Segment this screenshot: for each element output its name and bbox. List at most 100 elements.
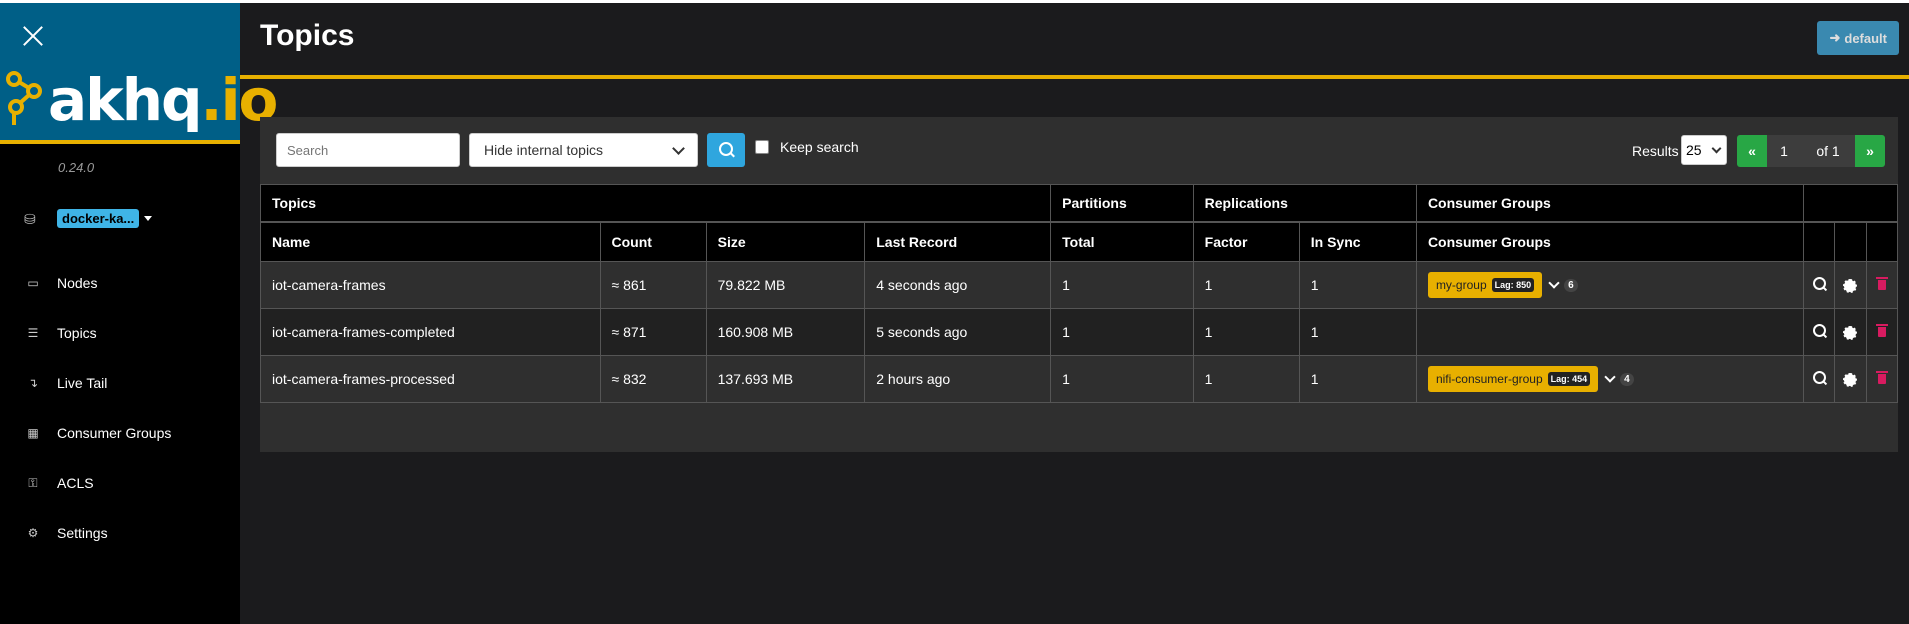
consumer-group-name: nifi-consumer-group (1435, 372, 1543, 386)
pagination: « 1 of 1 » (1737, 135, 1885, 167)
list-icon: ☰ (27, 326, 39, 340)
group-header-actions (1802, 184, 1899, 223)
page-title: Topics (260, 19, 355, 52)
laptop-icon: ▭ (27, 276, 39, 290)
configure-topic-button[interactable] (1834, 308, 1867, 356)
topics-toolbar: Hide internal topics Keep search Results… (260, 117, 1898, 184)
consumer-group-badge[interactable]: nifi-consumer-group Lag: 454 (1427, 366, 1599, 392)
more-groups-toggle[interactable]: 4 (1604, 371, 1634, 386)
topic-count: ≈ 861 (599, 261, 707, 309)
next-page-button[interactable]: » (1855, 135, 1885, 167)
consumer-groups-cell: my-group Lag: 850 6 (1415, 261, 1804, 309)
results-per-page-select[interactable]: 25 (1681, 135, 1727, 165)
replication-in-sync: 1 (1298, 308, 1417, 356)
group-header-topics: Topics (259, 184, 1052, 223)
user-button[interactable]: ➜ default (1817, 21, 1899, 55)
topic-last-record: 4 seconds ago (864, 261, 1052, 309)
gear-icon (1843, 279, 1858, 293)
sidebar-item-settings[interactable]: ⚙ Settings (0, 508, 240, 558)
more-groups-count: 4 (1620, 372, 1634, 386)
group-header-consumer-groups: Consumer Groups (1415, 184, 1804, 223)
partitions-total: 1 (1050, 308, 1194, 356)
column-header-factor: Factor (1192, 221, 1300, 262)
replication-in-sync: 1 (1298, 355, 1417, 403)
object-group-icon: ▦ (27, 426, 39, 440)
search-input[interactable] (276, 133, 460, 167)
topic-name[interactable]: iot-camera-frames (260, 261, 601, 309)
database-icon: ⛁ (24, 210, 36, 227)
lag-badge: Lag: 454 (1547, 372, 1591, 386)
trash-icon (1875, 324, 1888, 337)
logo-name: akhq (48, 66, 203, 134)
topic-name[interactable]: iot-camera-frames-processed (260, 355, 601, 403)
gear-icon (1843, 326, 1858, 340)
gear-icon: ⚙ (27, 526, 39, 540)
keep-search-toggle[interactable]: Keep search (755, 139, 859, 155)
table-row[interactable]: iot-camera-frames ≈ 861 79.822 MB 4 seco… (260, 261, 1899, 309)
chevron-down-icon (1604, 371, 1616, 383)
akhq-logo: akhq.io (4, 63, 278, 143)
more-groups-toggle[interactable]: 6 (1548, 277, 1578, 292)
topics-table: Topics Partitions Replications Consumer … (259, 184, 1899, 403)
partitions-total: 1 (1050, 261, 1194, 309)
consumer-group-badge[interactable]: my-group Lag: 850 (1427, 272, 1543, 298)
search-icon (1812, 371, 1826, 384)
caret-down-icon[interactable] (144, 216, 153, 221)
group-header-partitions: Partitions (1050, 184, 1194, 223)
sidebar-item-consumer-groups[interactable]: ▦ Consumer Groups (0, 408, 240, 458)
cluster-selector[interactable]: ⛁ docker-ka... (24, 209, 153, 228)
topic-count: ≈ 871 (599, 308, 707, 356)
configure-topic-button[interactable] (1834, 261, 1867, 309)
topic-last-record: 5 seconds ago (864, 308, 1052, 356)
version-label: 0.24.0 (58, 160, 95, 175)
consumer-group: my-group Lag: 850 6 (1427, 272, 1792, 298)
configure-topic-button[interactable] (1834, 355, 1867, 403)
replication-factor: 1 (1192, 355, 1300, 403)
prev-page-button[interactable]: « (1737, 135, 1767, 167)
sidebar: akhq.io 0.24.0 ⛁ docker-ka... ▭ Nodes ☰ To… (0, 3, 278, 624)
sidebar-item-acls[interactable]: ⚿ ACLS (0, 458, 240, 508)
page-header: Topics ➜ default (240, 3, 1909, 79)
level-down-icon: ↴ (27, 376, 39, 390)
close-icon[interactable] (20, 23, 46, 49)
sidebar-item-nodes[interactable]: ▭ Nodes (0, 258, 240, 308)
topic-name[interactable]: iot-camera-frames-completed (260, 308, 601, 356)
keep-search-checkbox[interactable] (755, 140, 769, 154)
topic-last-record: 2 hours ago (864, 355, 1052, 403)
view-topic-button[interactable] (1802, 261, 1836, 309)
column-header-action (1802, 221, 1836, 262)
search-button[interactable] (707, 133, 745, 167)
column-header-action (1834, 221, 1867, 262)
delete-topic-button[interactable] (1865, 308, 1899, 356)
topic-size: 137.693 MB (705, 355, 866, 403)
sidebar-nav: ▭ Nodes ☰ Topics ↴ Live Tail ▦ Consumer Grou… (0, 258, 240, 558)
delete-topic-button[interactable] (1865, 261, 1899, 309)
view-topic-button[interactable] (1802, 308, 1836, 356)
partitions-total: 1 (1050, 355, 1194, 403)
sign-in-icon: ➜ (1829, 30, 1841, 45)
chevron-down-icon (672, 141, 685, 155)
table-row[interactable]: iot-camera-frames-completed ≈ 871 160.90… (260, 308, 1899, 356)
chevron-down-icon (1548, 277, 1560, 289)
keep-search-label: Keep search (780, 139, 859, 155)
topics-panel: Hide internal topics Keep search Results… (259, 117, 1899, 452)
view-topic-button[interactable] (1802, 355, 1836, 403)
graph-logo-icon (6, 71, 42, 125)
cluster-badge[interactable]: docker-ka... (57, 209, 140, 228)
sidebar-item-live-tail[interactable]: ↴ Live Tail (0, 358, 240, 408)
search-icon (719, 142, 733, 156)
sidebar-item-topics[interactable]: ☰ Topics (0, 308, 240, 358)
consumer-groups-cell: nifi-consumer-group Lag: 454 4 (1415, 355, 1804, 403)
topic-filter-select[interactable]: Hide internal topics (469, 133, 698, 167)
user-label: default (1844, 30, 1887, 46)
topic-filter-value: Hide internal topics (484, 142, 604, 158)
delete-topic-button[interactable] (1865, 355, 1899, 403)
gear-icon (1843, 373, 1858, 387)
current-page[interactable]: 1 (1767, 135, 1801, 167)
sidebar-item-label: Consumer Groups (57, 425, 172, 441)
replication-factor: 1 (1192, 308, 1300, 356)
table-row[interactable]: iot-camera-frames-processed ≈ 832 137.69… (260, 355, 1899, 403)
consumer-groups-cell (1415, 308, 1804, 356)
trash-icon (1875, 277, 1888, 290)
key-icon: ⚿ (28, 475, 38, 490)
